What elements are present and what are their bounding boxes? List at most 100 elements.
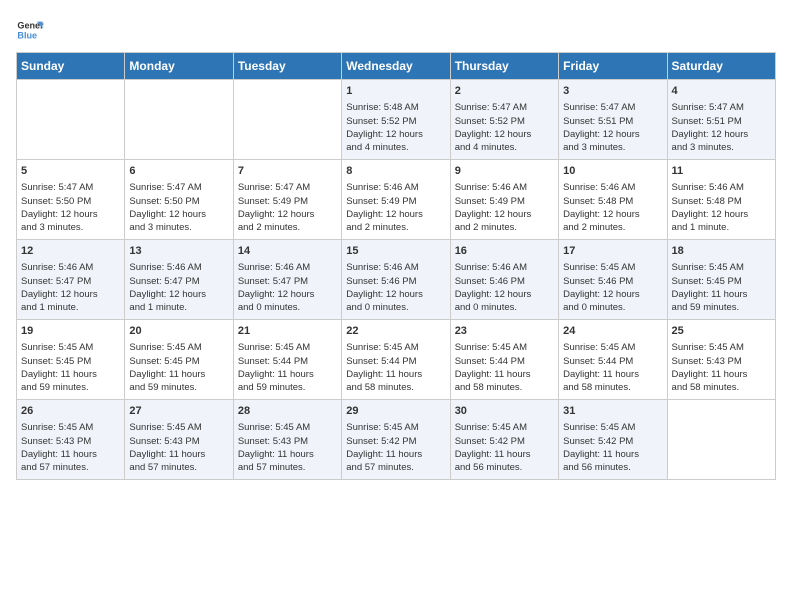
calendar-cell: 23Sunrise: 5:45 AMSunset: 5:44 PMDayligh… xyxy=(450,320,558,400)
day-info: Daylight: 12 hours xyxy=(563,208,662,221)
day-info: Sunrise: 5:45 AM xyxy=(21,421,120,434)
day-info: Daylight: 12 hours xyxy=(455,128,554,141)
day-info: Sunset: 5:51 PM xyxy=(563,115,662,128)
day-info: Daylight: 11 hours xyxy=(346,368,445,381)
calendar-table: SundayMondayTuesdayWednesdayThursdayFrid… xyxy=(16,52,776,480)
week-row-1: 5Sunrise: 5:47 AMSunset: 5:50 PMDaylight… xyxy=(17,160,776,240)
calendar-cell: 12Sunrise: 5:46 AMSunset: 5:47 PMDayligh… xyxy=(17,240,125,320)
day-info: Daylight: 12 hours xyxy=(346,128,445,141)
calendar-cell: 7Sunrise: 5:47 AMSunset: 5:49 PMDaylight… xyxy=(233,160,341,240)
day-info: and 3 minutes. xyxy=(129,221,228,234)
calendar-cell: 11Sunrise: 5:46 AMSunset: 5:48 PMDayligh… xyxy=(667,160,775,240)
day-info: and 0 minutes. xyxy=(238,301,337,314)
day-info: and 57 minutes. xyxy=(238,461,337,474)
day-info: Sunset: 5:48 PM xyxy=(563,195,662,208)
day-number: 1 xyxy=(346,84,445,99)
day-info: Sunrise: 5:46 AM xyxy=(346,261,445,274)
day-number: 20 xyxy=(129,324,228,339)
day-info: and 1 minute. xyxy=(21,301,120,314)
day-info: Daylight: 12 hours xyxy=(346,208,445,221)
calendar-cell xyxy=(233,80,341,160)
day-info: and 57 minutes. xyxy=(21,461,120,474)
calendar-cell: 14Sunrise: 5:46 AMSunset: 5:47 PMDayligh… xyxy=(233,240,341,320)
logo: General Blue xyxy=(16,16,44,44)
day-info: Daylight: 12 hours xyxy=(563,128,662,141)
day-number: 12 xyxy=(21,244,120,259)
day-header-sunday: Sunday xyxy=(17,53,125,80)
calendar-cell xyxy=(17,80,125,160)
day-info: and 57 minutes. xyxy=(346,461,445,474)
day-info: and 4 minutes. xyxy=(455,141,554,154)
day-number: 18 xyxy=(672,244,771,259)
day-info: and 2 minutes. xyxy=(455,221,554,234)
day-info: and 56 minutes. xyxy=(455,461,554,474)
day-info: Sunset: 5:43 PM xyxy=(129,435,228,448)
day-number: 11 xyxy=(672,164,771,179)
week-row-2: 12Sunrise: 5:46 AMSunset: 5:47 PMDayligh… xyxy=(17,240,776,320)
calendar-cell: 1Sunrise: 5:48 AMSunset: 5:52 PMDaylight… xyxy=(342,80,450,160)
day-number: 16 xyxy=(455,244,554,259)
day-number: 23 xyxy=(455,324,554,339)
day-info: Sunrise: 5:47 AM xyxy=(21,181,120,194)
day-info: Sunset: 5:46 PM xyxy=(455,275,554,288)
day-info: and 4 minutes. xyxy=(346,141,445,154)
calendar-cell: 13Sunrise: 5:46 AMSunset: 5:47 PMDayligh… xyxy=(125,240,233,320)
calendar-cell xyxy=(125,80,233,160)
day-info: Sunrise: 5:46 AM xyxy=(238,261,337,274)
day-info: Daylight: 12 hours xyxy=(455,208,554,221)
day-info: and 3 minutes. xyxy=(563,141,662,154)
day-info: Sunset: 5:42 PM xyxy=(455,435,554,448)
day-info: Sunset: 5:43 PM xyxy=(672,355,771,368)
day-info: and 2 minutes. xyxy=(346,221,445,234)
calendar-cell: 18Sunrise: 5:45 AMSunset: 5:45 PMDayligh… xyxy=(667,240,775,320)
calendar-cell: 9Sunrise: 5:46 AMSunset: 5:49 PMDaylight… xyxy=(450,160,558,240)
day-info: Daylight: 12 hours xyxy=(672,128,771,141)
day-info: Daylight: 11 hours xyxy=(129,368,228,381)
day-info: Sunrise: 5:45 AM xyxy=(563,261,662,274)
day-info: Sunrise: 5:45 AM xyxy=(129,421,228,434)
header: General Blue xyxy=(16,16,776,44)
day-number: 13 xyxy=(129,244,228,259)
calendar-cell: 26Sunrise: 5:45 AMSunset: 5:43 PMDayligh… xyxy=(17,400,125,480)
day-info: and 57 minutes. xyxy=(129,461,228,474)
calendar-cell: 24Sunrise: 5:45 AMSunset: 5:44 PMDayligh… xyxy=(559,320,667,400)
day-info: Sunrise: 5:47 AM xyxy=(672,101,771,114)
day-info: Sunrise: 5:46 AM xyxy=(129,261,228,274)
day-info: Sunrise: 5:47 AM xyxy=(563,101,662,114)
day-info: Daylight: 11 hours xyxy=(129,448,228,461)
day-info: Sunrise: 5:45 AM xyxy=(21,341,120,354)
day-info: Sunrise: 5:45 AM xyxy=(238,341,337,354)
week-row-3: 19Sunrise: 5:45 AMSunset: 5:45 PMDayligh… xyxy=(17,320,776,400)
calendar-body: 1Sunrise: 5:48 AMSunset: 5:52 PMDaylight… xyxy=(17,80,776,480)
calendar-cell: 30Sunrise: 5:45 AMSunset: 5:42 PMDayligh… xyxy=(450,400,558,480)
day-info: Sunset: 5:51 PM xyxy=(672,115,771,128)
day-info: Sunset: 5:44 PM xyxy=(346,355,445,368)
day-info: and 1 minute. xyxy=(129,301,228,314)
calendar-cell: 6Sunrise: 5:47 AMSunset: 5:50 PMDaylight… xyxy=(125,160,233,240)
day-info: and 0 minutes. xyxy=(563,301,662,314)
day-info: Sunrise: 5:45 AM xyxy=(672,341,771,354)
day-info: Sunrise: 5:45 AM xyxy=(346,341,445,354)
day-number: 30 xyxy=(455,404,554,419)
day-number: 15 xyxy=(346,244,445,259)
day-info: Daylight: 11 hours xyxy=(672,288,771,301)
day-info: and 3 minutes. xyxy=(672,141,771,154)
day-info: Sunrise: 5:46 AM xyxy=(21,261,120,274)
day-info: Sunset: 5:49 PM xyxy=(238,195,337,208)
day-info: Sunrise: 5:48 AM xyxy=(346,101,445,114)
day-info: Daylight: 12 hours xyxy=(455,288,554,301)
week-row-0: 1Sunrise: 5:48 AMSunset: 5:52 PMDaylight… xyxy=(17,80,776,160)
day-info: Sunrise: 5:47 AM xyxy=(455,101,554,114)
day-info: Daylight: 12 hours xyxy=(21,288,120,301)
day-number: 6 xyxy=(129,164,228,179)
calendar-cell: 5Sunrise: 5:47 AMSunset: 5:50 PMDaylight… xyxy=(17,160,125,240)
day-info: Daylight: 11 hours xyxy=(346,448,445,461)
calendar-cell: 10Sunrise: 5:46 AMSunset: 5:48 PMDayligh… xyxy=(559,160,667,240)
calendar-cell: 17Sunrise: 5:45 AMSunset: 5:46 PMDayligh… xyxy=(559,240,667,320)
calendar-cell: 4Sunrise: 5:47 AMSunset: 5:51 PMDaylight… xyxy=(667,80,775,160)
day-info: Sunrise: 5:46 AM xyxy=(455,181,554,194)
day-info: and 2 minutes. xyxy=(563,221,662,234)
day-info: Sunset: 5:44 PM xyxy=(455,355,554,368)
day-info: Daylight: 11 hours xyxy=(563,448,662,461)
day-header-monday: Monday xyxy=(125,53,233,80)
